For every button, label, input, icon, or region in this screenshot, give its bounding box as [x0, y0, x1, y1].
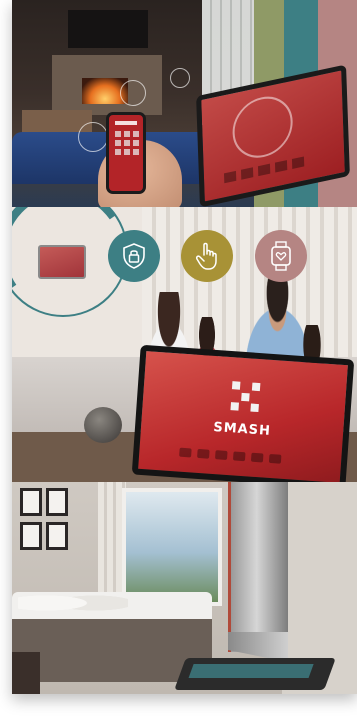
stand-pole — [228, 482, 288, 652]
wall-panel-device — [38, 245, 86, 279]
tablet-dial — [231, 91, 294, 164]
connection-bubble — [120, 80, 146, 106]
bedroom-window — [122, 488, 222, 606]
brand-wordmark: SMASH — [212, 419, 272, 439]
connection-bubble — [170, 68, 190, 88]
family-panel: SMASH — [12, 207, 357, 482]
floor-stand — [174, 482, 336, 694]
vase — [84, 407, 122, 443]
nightstand — [12, 652, 40, 694]
smash-tablet: SMASH — [131, 344, 355, 482]
wearable-feature — [255, 230, 307, 282]
security-feature — [108, 230, 160, 282]
touch-feature — [181, 230, 233, 282]
living-room-panel — [12, 0, 357, 207]
smartwatch-heart-icon — [271, 241, 291, 271]
hand-touch-icon — [196, 242, 217, 270]
stand-base — [174, 658, 336, 690]
phone-app-grid — [115, 131, 139, 155]
smartphone — [106, 112, 146, 194]
phone-header — [115, 121, 137, 125]
lock-shield-icon — [123, 243, 145, 269]
smash-logo-icon — [230, 381, 262, 413]
pillows — [18, 588, 128, 618]
wall-frames — [20, 488, 70, 556]
tablet-control-keys — [179, 447, 282, 464]
connection-bubble — [78, 122, 108, 152]
wall-tv — [68, 10, 148, 48]
tablet-keys — [223, 156, 305, 184]
promo-card: SMASH — [12, 0, 357, 694]
